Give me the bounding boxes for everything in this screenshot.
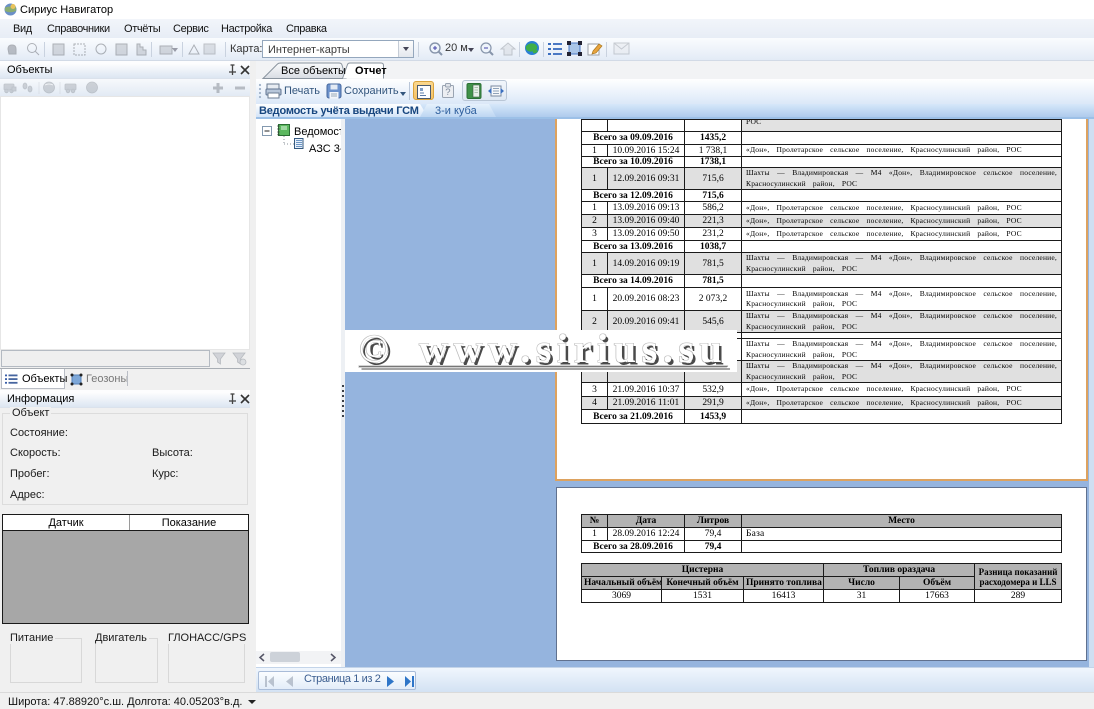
svg-text:?: ? <box>445 87 450 98</box>
